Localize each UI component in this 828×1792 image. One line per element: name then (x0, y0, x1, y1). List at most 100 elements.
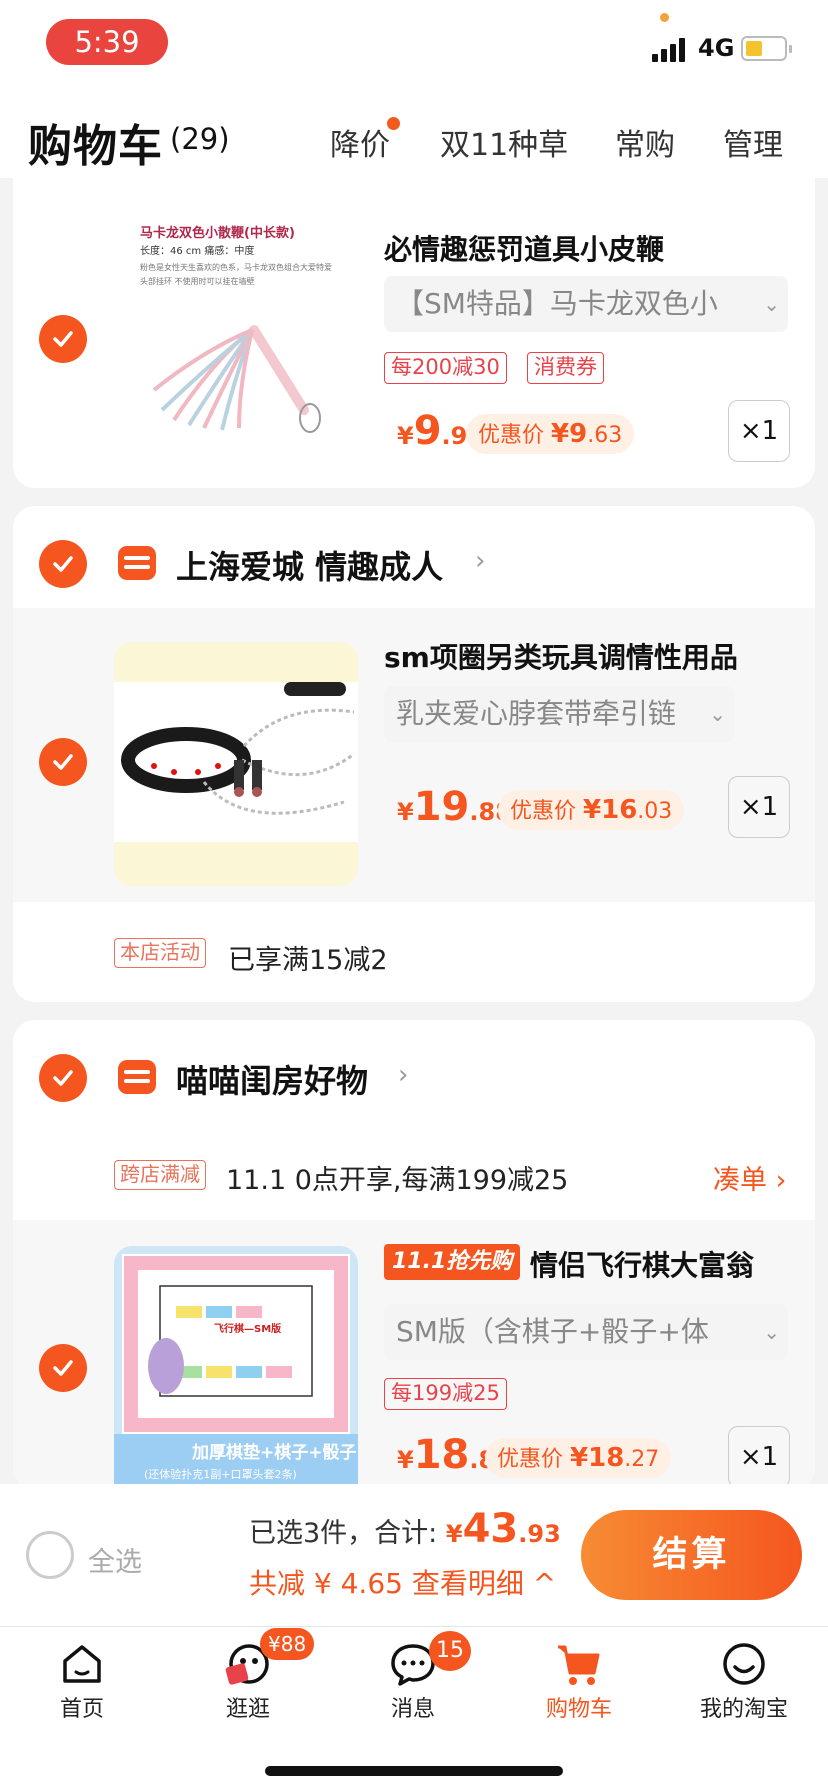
checkout-bar: 全选 已选3件，合计: ¥43.93 共减 ¥ 4.65 查看明细 ^ 结算 (0, 1484, 828, 1626)
tab-my-taobao[interactable]: 我的淘宝 (674, 1639, 814, 1739)
thumb-desc-2: 头部挂环 不使用时可以挂在墙壁 (140, 277, 255, 286)
shop-header[interactable]: 上海爱城 情趣成人 › (13, 506, 815, 608)
item-checkbox[interactable] (39, 1344, 87, 1392)
signal-icon (652, 36, 690, 62)
sku-text: SM版（含棋子+骰子+体 (396, 1315, 709, 1348)
privacy-indicator-dot (660, 13, 669, 22)
shop-activity-text: 已享满15减2 (228, 945, 388, 976)
page-title: 购物车 (28, 121, 163, 172)
chevron-down-icon: ⌄ (763, 292, 780, 316)
add-on-link[interactable]: 凑单 › (713, 1158, 786, 1197)
chevron-right-icon: › (475, 546, 486, 576)
product-name[interactable]: sm项圈另类玩具调情性用品 (384, 636, 738, 676)
sku-selector[interactable]: 乳夹爱心脖套带牵引链 ⌄ (384, 686, 734, 742)
battery-icon (741, 36, 792, 61)
presale-badge: 11.1抢先购 (384, 1244, 521, 1280)
quantity-selector[interactable]: ×1 (728, 400, 790, 462)
select-all-label[interactable]: 全选 (88, 1540, 142, 1579)
thumb-title: 马卡龙双色小散鞭(中长款) (140, 226, 295, 241)
sku-selector[interactable]: SM版（含棋子+骰子+体 ⌄ (384, 1304, 788, 1360)
product-image-whip[interactable]: 马卡龙双色小散鞭(中长款) 长度：46 cm 痛感：中度 粉色是女性天生喜欢的色… (114, 200, 358, 444)
board-title: 飞行棋—SM版 (214, 1324, 282, 1335)
selected-count-text: 已选3件，合计: (249, 1518, 438, 1549)
shop-card: 喵喵闺房好物 › 跨店满减 11.1 0点开享,每满199减25 凑单 › 飞行… (13, 1020, 815, 1490)
tab-home[interactable]: 首页 (12, 1639, 152, 1739)
product-image-collar[interactable] (114, 642, 358, 886)
cart-item-card: 马卡龙双色小散鞭(中长款) 长度：46 cm 痛感：中度 粉色是女性天生喜欢的色… (13, 178, 815, 488)
tab-label: 购物车 (545, 1697, 612, 1722)
item-price: ¥9.9 (397, 408, 468, 454)
thumb-desc-1: 粉色是女性天生喜欢的色系，马卡龙双色组合大爱特爱 (140, 263, 332, 272)
item-checkbox[interactable] (39, 315, 87, 363)
tab-cart[interactable]: 购物车 (509, 1639, 649, 1739)
sku-text: 乳夹爱心脖套带牵引链 (396, 697, 677, 730)
shop-header[interactable]: 喵喵闺房好物 › (13, 1020, 815, 1122)
product-image-board-game[interactable]: 飞行棋—SM版 加厚棋垫+棋子+骰子 (还体验扑克1副+口罩头套2条) (114, 1246, 358, 1490)
collar-illustration (114, 682, 358, 842)
check-icon (53, 1360, 73, 1376)
promo-price: 优惠价 ¥18.27 (485, 1438, 672, 1478)
cart-item: 飞行棋—SM版 加厚棋垫+棋子+骰子 (还体验扑克1副+口罩头套2条) 11.1… (13, 1220, 815, 1490)
home-icon (63, 1645, 101, 1683)
quantity-selector[interactable]: ×1 (728, 776, 790, 838)
item-price: ¥18.8 (397, 1432, 496, 1478)
quantity-selector[interactable]: ×1 (728, 1426, 790, 1488)
shop-checkbox[interactable] (39, 540, 87, 588)
tab-label: 逛逛 (225, 1697, 270, 1722)
tab-double11-picks[interactable]: 双11种草 (440, 120, 568, 164)
shop-checkbox[interactable] (39, 1054, 87, 1102)
chevron-down-icon: ⌄ (709, 702, 726, 726)
shop-name[interactable]: 上海爱城 情趣成人 (176, 542, 443, 588)
chevron-down-icon: ⌄ (763, 1320, 780, 1344)
price-drop-dot (387, 117, 400, 130)
check-icon (53, 754, 73, 770)
promo-price: 优惠价 ¥16.03 (498, 790, 685, 830)
status-bar: 5:39 4G (0, 0, 828, 100)
browse-badge: ¥88 (260, 1628, 315, 1660)
check-icon (53, 1070, 73, 1086)
tab-manage[interactable]: 管理 (723, 120, 783, 164)
status-time[interactable]: 5:39 (46, 19, 168, 65)
board-banner: 加厚棋垫+棋子+骰子 (192, 1443, 357, 1463)
promo-price: 优惠价 ¥9.63 (466, 414, 635, 454)
product-name[interactable]: 必情趣惩罚道具小皮鞭 (384, 228, 664, 268)
cross-shop-text: 11.1 0点开享,每满199减25 (226, 1165, 569, 1196)
sku-selector[interactable]: 【SM特品】马卡龙双色小 ⌄ (384, 276, 788, 332)
smile-icon (723, 1643, 765, 1685)
tab-price-drop[interactable]: 降价 (330, 120, 390, 164)
cart-count: (29) (170, 122, 230, 156)
item-price: ¥19.88 (397, 784, 512, 830)
board-subtitle: (还体验扑克1副+口罩头套2条) (144, 1468, 297, 1481)
check-icon (53, 331, 73, 347)
chevron-right-icon: › (398, 1060, 409, 1090)
shop-card: 上海爱城 情趣成人 › sm项圈另类玩具调情性用品 乳夹爱心脖套带牵引链 ⌄ ¥… (13, 506, 815, 1002)
tab-label: 首页 (59, 1697, 104, 1722)
thumb-spec: 长度：46 cm 痛感：中度 (140, 246, 255, 257)
cart-item: sm项圈另类玩具调情性用品 乳夹爱心脖套带牵引链 ⌄ ¥19.88 优惠价 ¥1… (13, 608, 815, 902)
checkout-button[interactable]: 结算 (581, 1510, 802, 1600)
cart-icon (558, 1645, 600, 1685)
whip-illustration (152, 325, 321, 433)
check-icon (53, 556, 73, 572)
tab-label: 我的淘宝 (699, 1697, 788, 1722)
selected-summary: 已选3件，合计: ¥43.93 (249, 1506, 561, 1552)
shop-icon (118, 546, 156, 580)
sku-text: 【SM特品】马卡龙双色小 (396, 287, 718, 320)
cross-shop-tag: 跨店满减 (114, 1160, 206, 1190)
shop-icon (118, 1060, 156, 1094)
tab-frequent[interactable]: 常购 (615, 120, 675, 164)
shop-activity-tag: 本店活动 (114, 938, 206, 968)
total-price: ¥43.93 (445, 1506, 561, 1552)
discount-tag: 每200减30 (384, 352, 507, 384)
cart-header: 购物车 (29) 降价 双11种草 常购 管理 (0, 100, 828, 178)
messages-badge: 15 (429, 1631, 471, 1671)
network-label: 4G (698, 34, 735, 62)
item-checkbox[interactable] (39, 738, 87, 786)
tab-label: 消息 (390, 1697, 435, 1722)
select-all-checkbox[interactable] (26, 1531, 74, 1579)
product-name[interactable]: 情侣飞行棋大富翁 (530, 1244, 754, 1284)
home-indicator[interactable] (265, 1766, 563, 1776)
savings-detail-link[interactable]: 共减 ¥ 4.65 查看明细 ^ (249, 1562, 556, 1602)
shop-name[interactable]: 喵喵闺房好物 (176, 1056, 368, 1102)
discount-tag: 每199减25 (384, 1378, 507, 1410)
